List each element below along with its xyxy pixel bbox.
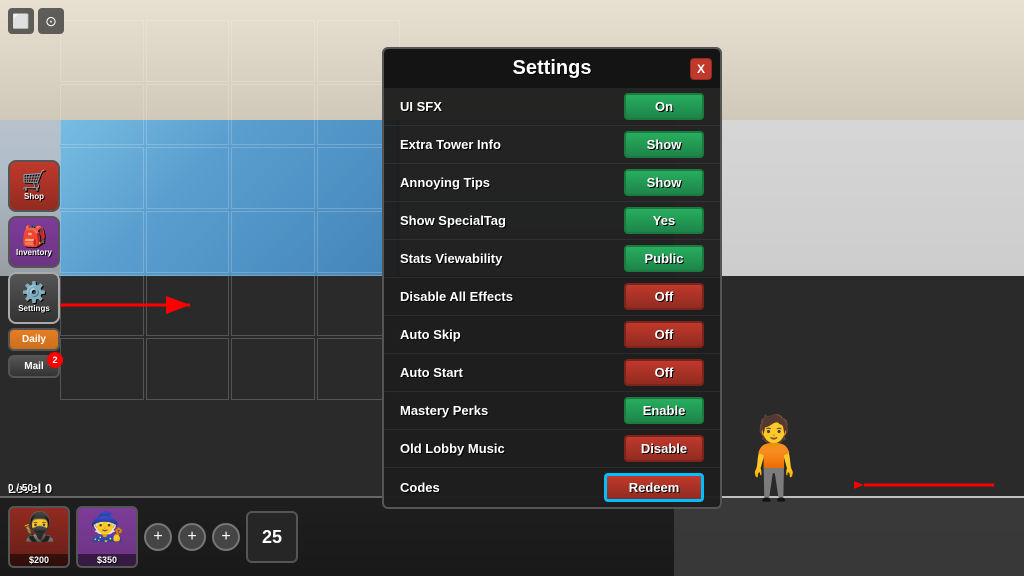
- modal-title: Settings: [513, 57, 592, 79]
- setting-btn-7[interactable]: Off: [624, 359, 704, 386]
- setting-btn-3[interactable]: Yes: [624, 207, 704, 234]
- settings-row-10: Codes Redeem: [384, 468, 720, 507]
- settings-rows: UI SFXOnExtra Tower InfoShowAnnoying Tip…: [384, 88, 720, 507]
- modal-close-button[interactable]: X: [690, 58, 712, 80]
- settings-row-8: Mastery Perks Enable: [384, 392, 720, 430]
- settings-row-6: Auto Skip Off: [384, 316, 720, 354]
- redeem-arrow: [854, 470, 994, 500]
- settings-row-4: Stats Viewability Public: [384, 240, 720, 278]
- setting-label-3: Show SpecialTag: [400, 213, 506, 228]
- setting-label-9: Old Lobby Music: [400, 441, 505, 456]
- setting-btn-2[interactable]: Show: [624, 169, 704, 196]
- setting-label-10: Codes: [400, 480, 440, 495]
- setting-btn-8[interactable]: Enable: [624, 397, 704, 424]
- setting-label-1: Extra Tower Info: [400, 137, 501, 152]
- setting-btn-5[interactable]: Off: [624, 283, 704, 310]
- settings-row-7: Auto Start Off: [384, 354, 720, 392]
- setting-btn-10[interactable]: Redeem: [604, 473, 704, 502]
- settings-row-9: Old Lobby Music Disable: [384, 430, 720, 468]
- settings-row-5: Disable All Effects Off: [384, 278, 720, 316]
- setting-label-0: UI SFX: [400, 99, 442, 114]
- setting-btn-0[interactable]: On: [624, 93, 704, 120]
- setting-btn-6[interactable]: Off: [624, 321, 704, 348]
- setting-label-4: Stats Viewability: [400, 251, 502, 266]
- settings-row-2: Annoying Tips Show: [384, 164, 720, 202]
- setting-btn-9[interactable]: Disable: [624, 435, 704, 462]
- modal-header: Settings X: [384, 49, 720, 88]
- setting-label-6: Auto Skip: [400, 327, 461, 342]
- settings-arrow: [60, 290, 200, 320]
- settings-modal: Settings X UI SFXOnExtra Tower InfoShowA…: [382, 47, 722, 509]
- setting-label-2: Annoying Tips: [400, 175, 490, 190]
- setting-btn-1[interactable]: Show: [624, 131, 704, 158]
- close-icon: X: [697, 62, 705, 76]
- setting-label-8: Mastery Perks: [400, 403, 488, 418]
- setting-label-7: Auto Start: [400, 365, 463, 380]
- setting-label-5: Disable All Effects: [400, 289, 513, 304]
- settings-row-3: Show SpecialTag Yes: [384, 202, 720, 240]
- settings-row-0: UI SFX On: [384, 88, 720, 126]
- settings-row-1: Extra Tower Info Show: [384, 126, 720, 164]
- setting-btn-4[interactable]: Public: [624, 245, 704, 272]
